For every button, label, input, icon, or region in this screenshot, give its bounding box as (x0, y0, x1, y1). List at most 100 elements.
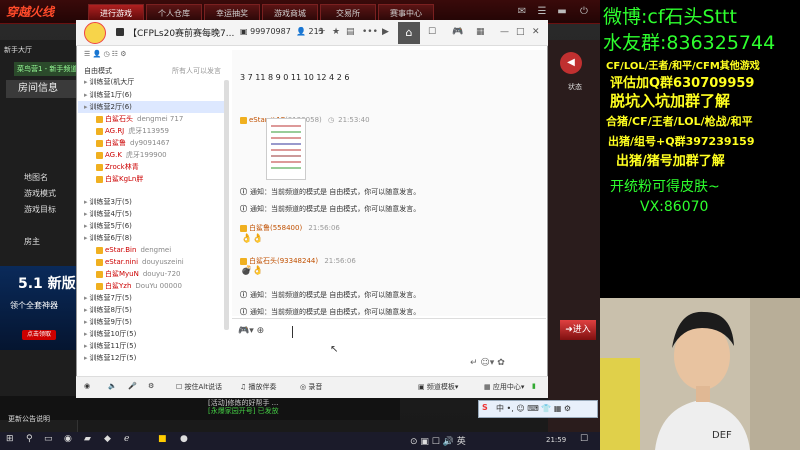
enter-send-icon[interactable]: ↵ (470, 358, 478, 368)
room-info-button[interactable]: 房间信息 (6, 80, 76, 98)
folder-icon[interactable]: ▰ (84, 434, 91, 444)
channel-user-row[interactable]: eStar.nini douyuszeini (78, 256, 228, 268)
home-icon[interactable]: ⌂ (398, 22, 420, 44)
channel-group-row[interactable]: ▸ 训练营3厅(5) (78, 196, 228, 208)
overlay-fan-group: 水友群:836325744 (603, 32, 776, 54)
channel-group-label: 训练营3厅(5) (89, 198, 132, 206)
channel-user-row[interactable]: 白鲨KgLn胖 (78, 173, 228, 185)
expand-caret-icon[interactable]: ▸ (84, 306, 88, 314)
channel-group-row[interactable]: ▸ 训练营6厅(8) (78, 232, 228, 244)
expand-caret-icon[interactable]: ▸ (84, 234, 88, 242)
mixer-icon[interactable]: ⚙ (148, 382, 154, 390)
expand-caret-icon[interactable]: ▸ (84, 330, 88, 338)
notification-icon[interactable]: ☐ (580, 434, 588, 444)
channel-user-row[interactable]: 白鲨石头 dengmei 717 (78, 113, 228, 125)
browser-icon[interactable]: ◉ (64, 434, 72, 444)
channel-user-row[interactable]: Zrock林青 (78, 161, 228, 173)
back-arrow-icon[interactable]: ◀ (560, 52, 582, 74)
video-icon[interactable]: ▶ (382, 27, 389, 37)
message-sender[interactable]: 白鲨鲁(558400) (249, 224, 302, 232)
channel-group-row[interactable]: ▸ 训练营12厅(5) (78, 352, 228, 364)
emoji-picker-icon[interactable]: ☺▾ (480, 358, 494, 368)
expand-caret-icon[interactable]: ▸ (84, 318, 88, 326)
channel-user-row[interactable]: eStar.Bin dengmei (78, 244, 228, 256)
template-icon: ▣ (418, 383, 427, 391)
close-window-icon[interactable]: ✕ (532, 27, 540, 37)
expand-caret-icon[interactable]: ▸ (84, 354, 88, 362)
play-accompaniment-button[interactable]: ♫ 播放伴奏 (240, 382, 277, 392)
channel-group-row[interactable]: ▸ 训练营7厅(5) (78, 292, 228, 304)
channel-group-row[interactable]: ▸ 训练营5厅(6) (78, 220, 228, 232)
more-icon[interactable]: ••• (362, 27, 378, 37)
grid-icon[interactable]: ▦ (476, 27, 485, 37)
rose-icon[interactable]: ✿ (497, 358, 505, 368)
channel-user-row[interactable]: AG.K 虎牙199900 (78, 149, 228, 161)
mic-icon[interactable]: 🎤 (128, 382, 137, 390)
channel-group-row[interactable]: ▸ 训练营8厅(5) (78, 304, 228, 316)
windows-start-icon[interactable]: ⊞ (6, 434, 14, 444)
speaker-icon[interactable]: 🔈 (108, 382, 117, 390)
user-name: 白鲨鲁 (105, 139, 126, 147)
mail-icon[interactable]: ✉ (516, 6, 528, 18)
shared-image-card[interactable] (266, 118, 306, 180)
gift-icon[interactable]: ▤ (346, 27, 355, 37)
gamepad-icon[interactable]: 🎮 (452, 27, 463, 37)
channel-template-button[interactable]: ▣ 频道模板▾ (418, 382, 458, 392)
expand-caret-icon[interactable]: ▸ (84, 91, 88, 99)
font-icon[interactable]: ⊕ (257, 326, 265, 336)
channel-group-row[interactable]: ▸ 训练营9厅(5) (78, 316, 228, 328)
tray-icons[interactable]: ⊙ ▣ ☐ 🔊 英 (410, 434, 466, 447)
task-view-icon[interactable]: ▭ (44, 434, 53, 444)
channel-group-row[interactable]: ▸ 训练营(机大厅 (78, 76, 228, 88)
game-goal-label: 游戏目标 (24, 205, 56, 214)
expand-caret-icon[interactable]: ▸ (84, 342, 88, 350)
panda-icon[interactable]: ◉ (84, 382, 90, 390)
channel-user-row[interactable]: 白鲨Yzh DouYu 00000 (78, 280, 228, 292)
game-right-strip (548, 40, 600, 432)
ime-icons[interactable]: 中 •, ☺ ⌨ 👕 ▦ ⚙ (496, 403, 571, 414)
record-button[interactable]: ◎ 录音 (300, 382, 322, 392)
expand-caret-icon[interactable]: ▸ (84, 210, 88, 218)
search-icon[interactable]: ⚲ (26, 434, 33, 444)
menu-icon[interactable]: ☰ (536, 6, 548, 18)
expand-caret-icon[interactable]: ▸ (84, 103, 88, 111)
expand-caret-icon[interactable]: ▸ (84, 222, 88, 230)
push-to-talk-button[interactable]: ☐ 按住Alt说话 (176, 382, 222, 392)
app-center-button[interactable]: ▦ 应用中心▾ (484, 382, 524, 392)
subbar-icons[interactable]: ☰ 👤 ◷ ☷ ⚙ (84, 50, 127, 58)
user-subtitle: DouYu 00000 (135, 282, 182, 290)
expand-caret-icon[interactable]: ▸ (84, 198, 88, 206)
message-sender[interactable]: 白鲨石头(93348244) (249, 257, 318, 265)
channel-user-row[interactable]: 白鲨鲁 dy9091467 (78, 137, 228, 149)
channel-group-row[interactable]: ▸ 训练营4厅(5) (78, 208, 228, 220)
channel-user-row[interactable]: AG.RJ 虎牙113959 (78, 125, 228, 137)
channel-group-row[interactable]: ▸ 训练营11厅(5) (78, 340, 228, 352)
plane-icon[interactable]: ✈ (318, 27, 326, 37)
gamepad-emoji-icon[interactable]: 🎮▾ (238, 326, 254, 336)
enter-room-button[interactable]: ➜进入 (560, 320, 596, 340)
chat-icon[interactable]: ☐ (428, 27, 436, 37)
minimize-icon[interactable]: ▬ (556, 6, 568, 18)
edge-icon[interactable]: ℯ (124, 434, 129, 444)
info-icon: ⓘ (240, 291, 247, 299)
promo-claim-button[interactable]: 点击领取 (22, 330, 56, 340)
channel-bar[interactable]: 菜鸟营1 - 新手频道 (14, 62, 78, 76)
expand-caret-icon[interactable]: ▸ (84, 78, 88, 86)
tree-scrollbar[interactable] (224, 80, 229, 330)
channel-user-row[interactable]: 白鲨MyuN douyu-720 (78, 268, 228, 280)
chat-digits-line: 3 7 11 8 9 0 11 10 12 4 2 6 (240, 73, 350, 82)
power-icon[interactable]: ⏻ (578, 6, 590, 18)
yy-taskbar-icon[interactable]: ● (180, 434, 188, 444)
channel-group-row[interactable]: ▸ 训练营10厅(5) (78, 328, 228, 340)
sogou-icon[interactable]: S (482, 403, 488, 412)
game-taskbar-icon[interactable]: ■ (158, 434, 167, 444)
channel-avatar[interactable] (84, 22, 106, 44)
maximize-window-icon[interactable]: □ (516, 27, 525, 37)
star-icon[interactable]: ★ (332, 27, 340, 37)
minimize-window-icon[interactable]: — (500, 27, 509, 37)
channel-group-row[interactable]: ▸ 训练营1厅(6) (78, 89, 228, 101)
app-icon[interactable]: ◆ (104, 434, 111, 444)
expand-caret-icon[interactable]: ▸ (84, 294, 88, 302)
channel-group-row[interactable]: ▸ 训练营2厅(6) (78, 101, 228, 113)
channel-mode[interactable]: 自由模式 (84, 66, 112, 76)
